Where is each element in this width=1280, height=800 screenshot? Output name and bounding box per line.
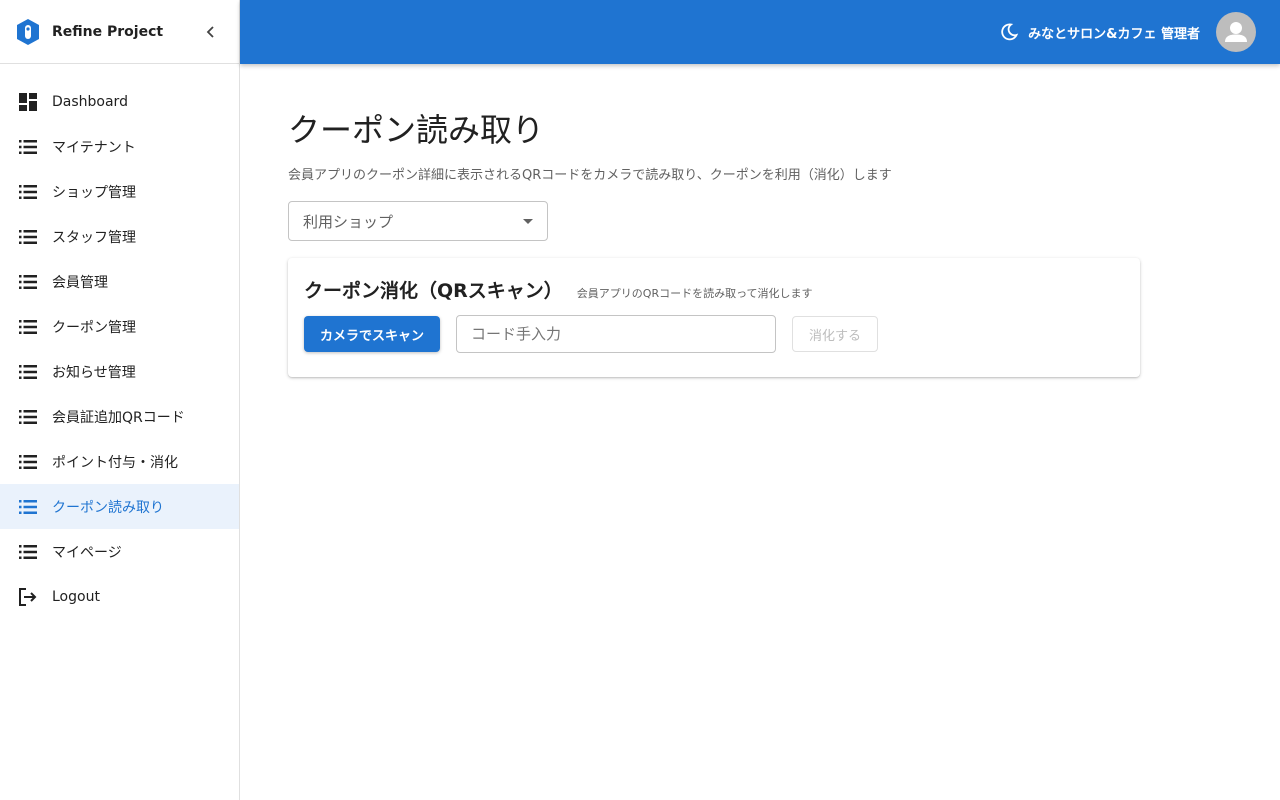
moon-icon [1001, 23, 1019, 41]
sidebar-item-coupon-reader[interactable]: クーポン読み取り [0, 484, 239, 529]
sidebar-header: Refine Project [0, 0, 239, 64]
avatar[interactable] [1216, 12, 1256, 52]
topbar: みなとサロン&カフェ 管理者 [240, 0, 1280, 64]
page-title: クーポン読み取り [288, 111, 545, 149]
coupon-consume-card: クーポン消化（QRスキャン） 会員アプリのQRコードを読み取って消化します カメ… [288, 258, 1140, 377]
sidebar-item-label: マイテナント [52, 139, 136, 156]
sidebar-item-label: 会員管理 [52, 274, 108, 291]
sidebar-item-dashboard[interactable]: Dashboard [0, 79, 239, 124]
brand-name: Refine Project [52, 23, 164, 40]
sidebar-item-label: Dashboard [52, 93, 128, 110]
sidebar-item-label: クーポン読み取り [52, 499, 164, 516]
sidebar-item-shops[interactable]: ショップ管理 [0, 169, 239, 214]
shop-select-label: 利用ショップ [303, 212, 394, 231]
code-input[interactable] [456, 315, 777, 353]
main-content: クーポン読み取り 会員アプリのクーポン詳細に表示されるQRコードをカメラで読み取… [288, 64, 1148, 377]
sidebar-item-staff[interactable]: スタッフ管理 [0, 214, 239, 259]
person-icon [1225, 22, 1247, 42]
card-actions: カメラでスキャン 消化する [304, 315, 1124, 353]
page-description: 会員アプリのクーポン詳細に表示されるQRコードをカメラで読み取り、クーポンを利用… [288, 168, 892, 183]
card-header: クーポン消化（QRスキャン） 会員アプリのQRコードを読み取って消化します [304, 276, 1124, 303]
user-name: みなとサロン&カフェ 管理者 [1028, 26, 1200, 42]
card-title: クーポン消化（QRスキャン） [304, 280, 563, 302]
camera-scan-button[interactable]: カメラでスキャン [304, 316, 441, 352]
caret-down-icon [523, 218, 533, 224]
theme-toggle-button[interactable] [998, 21, 1020, 43]
sidebar-item-notices[interactable]: お知らせ管理 [0, 349, 239, 394]
logout-icon [18, 587, 38, 607]
list-icon [18, 272, 38, 292]
chevron-left-icon [206, 26, 214, 38]
list-icon [18, 452, 38, 472]
list-icon [18, 542, 38, 562]
sidebar-menu: Dashboard マイテナント ショップ管理 スタッフ管理 会員管理 クーポン… [0, 64, 239, 619]
card-subtitle: 会員アプリのQRコードを読み取って消化します [576, 287, 813, 300]
sidebar-item-label: 会員証追加QRコード [52, 409, 185, 426]
sidebar-item-points[interactable]: ポイント付与・消化 [0, 439, 239, 484]
list-icon [18, 137, 38, 157]
sidebar: Refine Project Dashboard マイテナント ショップ管理 ス… [0, 0, 240, 800]
sidebar-item-label: クーポン管理 [52, 319, 136, 336]
sidebar-item-member-card-qr[interactable]: 会員証追加QRコード [0, 394, 239, 439]
sidebar-item-logout[interactable]: Logout [0, 574, 239, 619]
sidebar-item-label: ポイント付与・消化 [52, 454, 178, 471]
list-icon [18, 182, 38, 202]
sidebar-item-label: お知らせ管理 [52, 364, 136, 381]
sidebar-item-coupons[interactable]: クーポン管理 [0, 304, 239, 349]
sidebar-item-my-tenant[interactable]: マイテナント [0, 124, 239, 169]
sidebar-item-label: スタッフ管理 [52, 229, 136, 246]
sidebar-item-my-page[interactable]: マイページ [0, 529, 239, 574]
list-icon [18, 497, 38, 517]
shop-select[interactable]: 利用ショップ [288, 201, 548, 241]
sidebar-item-label: Logout [52, 588, 100, 605]
consume-button[interactable]: 消化する [792, 316, 879, 352]
collapse-sidebar-button[interactable] [199, 20, 223, 44]
brand-logo-icon [16, 18, 40, 46]
sidebar-item-label: ショップ管理 [52, 184, 136, 201]
list-icon [18, 362, 38, 382]
list-icon [18, 407, 38, 427]
list-icon [18, 227, 38, 247]
list-icon [18, 317, 38, 337]
sidebar-item-label: マイページ [52, 544, 122, 561]
sidebar-item-members[interactable]: 会員管理 [0, 259, 239, 304]
dashboard-icon [18, 92, 38, 112]
